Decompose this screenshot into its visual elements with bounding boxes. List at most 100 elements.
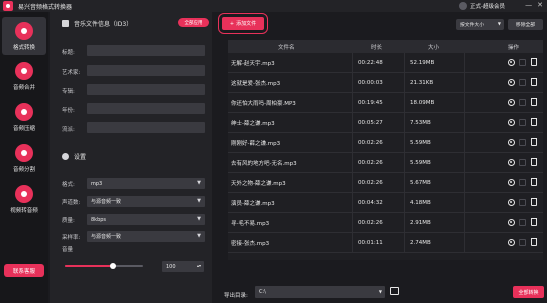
table-header: 文件名 时长 大小 操作	[228, 40, 543, 53]
play-icon[interactable]	[508, 99, 515, 106]
play-icon[interactable]	[508, 179, 515, 186]
add-file-button[interactable]: + 添加文件	[218, 13, 268, 34]
table-row[interactable]: 无解-赵天宇.mp3 00:22:48 52.19MB	[228, 53, 543, 73]
trash-icon[interactable]	[531, 138, 537, 146]
quality-select[interactable]: 8kbps ▼	[87, 214, 205, 225]
chevron-down-icon: ▼	[197, 233, 201, 239]
contact-support-button[interactable]: 联系客服	[4, 264, 44, 277]
year-field[interactable]	[87, 103, 205, 114]
format-label: 格式:	[62, 182, 75, 188]
open-folder-icon[interactable]	[519, 219, 526, 226]
file-name: 天外之物-薛之谦.mp3	[228, 173, 353, 193]
play-icon[interactable]	[508, 239, 515, 246]
table-row[interactable]: 绅士-薛之谦.mp3 00:05:27 7.53MB	[228, 113, 543, 133]
title-field[interactable]	[87, 45, 205, 56]
table-row[interactable]: 天外之物-薛之谦.mp3 00:02:26 5.67MB	[228, 173, 543, 193]
chevron-down-icon: ▼	[197, 198, 201, 204]
play-icon[interactable]	[508, 199, 515, 206]
close-button[interactable]: ✕	[537, 1, 543, 9]
trash-icon[interactable]	[531, 98, 537, 106]
convert-all-button[interactable]: 全部转换	[513, 286, 544, 298]
open-folder-icon[interactable]	[519, 239, 526, 246]
channels-value: 与源音频一致	[91, 199, 122, 205]
trash-icon[interactable]	[531, 118, 537, 126]
open-folder-icon[interactable]	[519, 79, 526, 86]
open-folder-icon[interactable]	[519, 59, 526, 66]
chevron-down-icon: ▼	[497, 21, 501, 26]
table-row[interactable]: 刚刚好-薛之谦.mp3 00:02:26 5.59MB	[228, 133, 543, 153]
music-file-icon	[62, 20, 69, 27]
file-size: 2.74MB	[405, 233, 465, 253]
table-row[interactable]: 演员-薛之谦.mp3 00:04:32 4.18MB	[228, 193, 543, 213]
sidebar-item-audio-split[interactable]: 音频分割	[2, 139, 46, 177]
sample-rate-label: 采样率:	[62, 235, 81, 241]
artist-field[interactable]	[87, 65, 205, 76]
file-duration: 00:00:03	[353, 73, 405, 93]
settings-section-title: 设置	[74, 154, 87, 161]
id3-section-header: 音乐文件信息（ID3）	[62, 19, 132, 28]
trash-icon[interactable]	[531, 158, 537, 166]
sidebar-item-format-convert[interactable]: 格式转换	[2, 17, 46, 55]
file-size: 5.59MB	[405, 133, 465, 153]
column-header-action: 操作	[508, 45, 520, 51]
output-dir-value: C:\	[259, 289, 266, 295]
table-row[interactable]: 这就是爱-张杰.mp3 00:00:03 21.31KB	[228, 73, 543, 93]
file-duration: 00:02:26	[353, 213, 405, 233]
open-folder-icon[interactable]	[519, 119, 526, 126]
open-folder-icon[interactable]	[519, 199, 526, 206]
column-header-size: 大小	[428, 45, 440, 51]
channels-select[interactable]: 与源音频一致 ▼	[87, 196, 205, 207]
music-disc-icon	[15, 184, 33, 203]
file-name: 你还怕大雨吗-周柏豪.MP3	[228, 93, 353, 113]
user-account[interactable]: 正式-超级会员	[459, 2, 505, 10]
format-select[interactable]: mp3 ▼	[87, 178, 205, 189]
sidebar-item-label: 音频分割	[12, 166, 35, 173]
table-row[interactable]: 去有风的地方吧-无名.mp3 00:02:26 5.59MB	[228, 153, 543, 173]
file-name: 这就是爱-张杰.mp3	[228, 73, 353, 93]
volume-slider[interactable]	[65, 263, 143, 269]
open-folder-icon[interactable]	[519, 179, 526, 186]
play-icon[interactable]	[508, 119, 515, 126]
album-field[interactable]	[87, 84, 205, 95]
sidebar-item-audio-merge[interactable]: 音频合并	[2, 57, 46, 95]
volume-label: 音量	[62, 247, 74, 253]
sort-select[interactable]: 按文件大小 ▼	[456, 19, 504, 30]
apply-all-button[interactable]: 全部应用	[178, 18, 209, 27]
trash-icon[interactable]	[531, 58, 537, 66]
file-table: 文件名 时长 大小 操作 无解-赵天宇.mp3 00:22:48 52.19MB 这就…	[228, 40, 543, 260]
row-actions	[465, 193, 543, 213]
year-label: 年份:	[62, 108, 75, 114]
trash-icon[interactable]	[531, 238, 537, 246]
sidebar-item-video-to-audio[interactable]: 视频转音频	[2, 180, 46, 218]
volume-slider-handle[interactable]	[110, 263, 117, 269]
table-row[interactable]: 你还怕大雨吗-周柏豪.MP3 00:19:45 18.09MB	[228, 93, 543, 113]
minimize-button[interactable]: —	[525, 1, 532, 9]
play-icon[interactable]	[508, 219, 515, 226]
folder-icon[interactable]	[390, 287, 399, 295]
open-folder-icon[interactable]	[519, 99, 526, 106]
output-dir-select[interactable]: C:\ ▼	[255, 286, 385, 298]
genre-field[interactable]	[87, 122, 205, 133]
play-icon[interactable]	[508, 159, 515, 166]
play-icon[interactable]	[508, 79, 515, 86]
stepper-icon[interactable]: ▴▾	[197, 263, 201, 268]
open-folder-icon[interactable]	[519, 159, 526, 166]
remove-all-button[interactable]: 移除全部	[508, 19, 543, 30]
sample-rate-select[interactable]: 与源音频一致 ▼	[87, 231, 205, 242]
play-icon[interactable]	[508, 59, 515, 66]
trash-icon[interactable]	[531, 178, 537, 186]
table-row[interactable]: 寻-毛不易.mp3 00:02:26 2.91MB	[228, 213, 543, 233]
volume-input[interactable]: 100 ▴▾	[162, 261, 204, 272]
trash-icon[interactable]	[531, 78, 537, 86]
row-actions	[465, 93, 543, 113]
table-row[interactable]: 密接-张杰.mp3 00:01:11 2.74MB	[228, 233, 543, 253]
file-size: 18.09MB	[405, 93, 465, 113]
chevron-down-icon: ▼	[197, 216, 201, 222]
play-icon[interactable]	[508, 139, 515, 146]
file-size: 52.19MB	[405, 53, 465, 73]
trash-icon[interactable]	[531, 198, 537, 206]
sidebar-item-audio-compress[interactable]: 音频压缩	[2, 98, 46, 136]
trash-icon[interactable]	[531, 218, 537, 226]
open-folder-icon[interactable]	[519, 139, 526, 146]
column-header-name: 文件名	[278, 45, 295, 51]
